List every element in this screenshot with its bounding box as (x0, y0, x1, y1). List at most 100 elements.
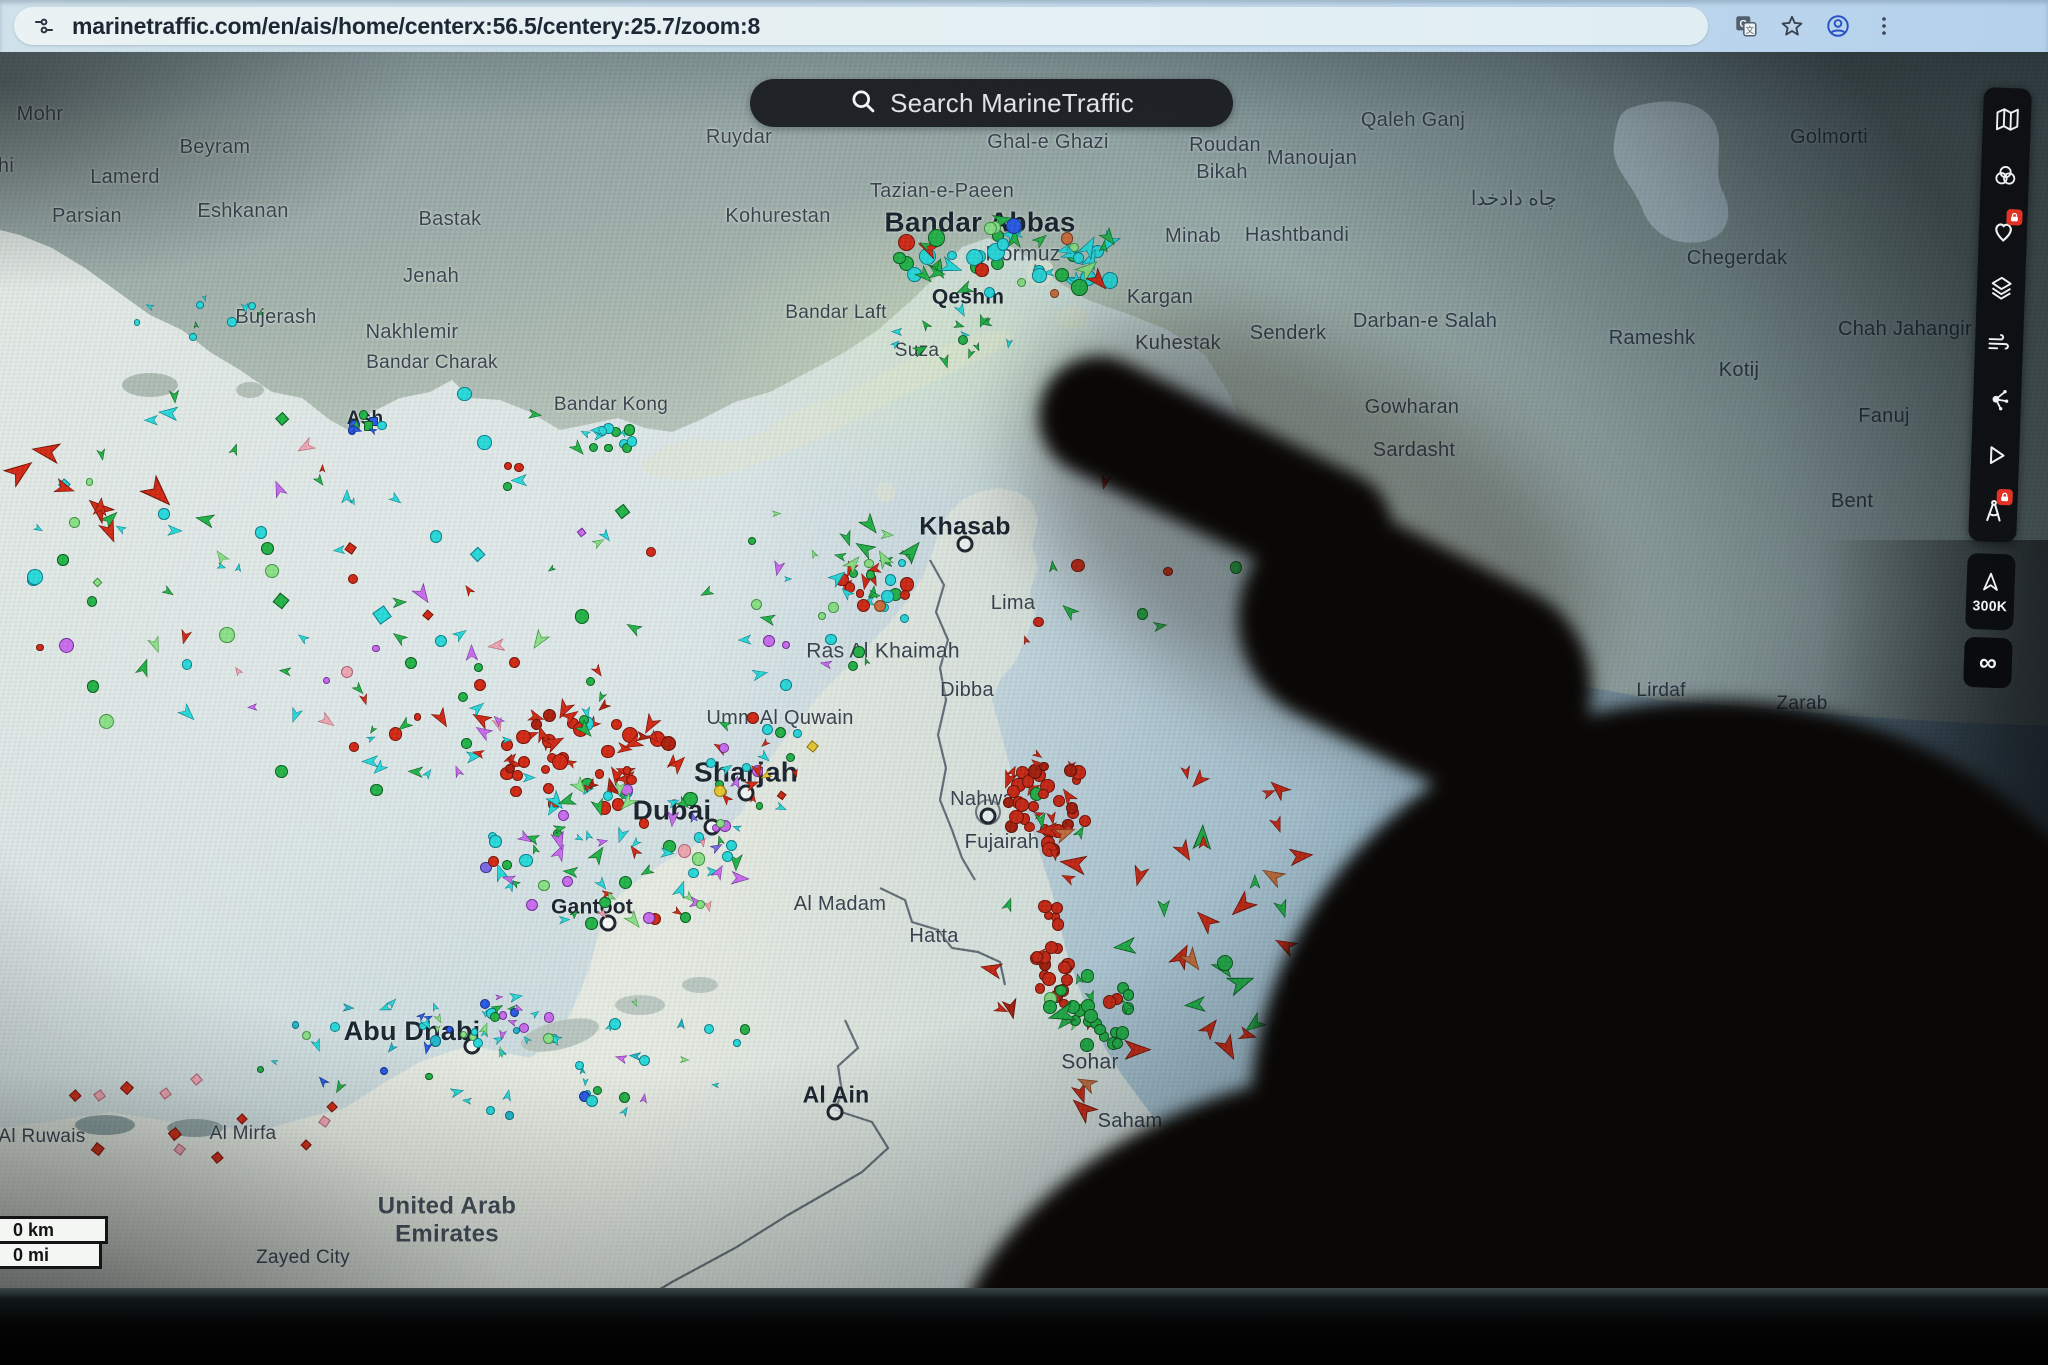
vessel-marker[interactable] (604, 444, 612, 452)
vessel-marker[interactable] (344, 542, 357, 555)
vessel-marker[interactable] (618, 1105, 630, 1118)
vessel-marker[interactable] (451, 764, 464, 779)
vessel-marker[interactable] (385, 1041, 399, 1055)
vessel-marker[interactable] (287, 706, 304, 725)
vessel-marker[interactable] (833, 550, 847, 562)
vessel-marker[interactable] (806, 740, 819, 753)
vessel-marker[interactable] (499, 1011, 508, 1020)
vessel-marker[interactable] (469, 707, 494, 730)
vessel-marker[interactable] (405, 657, 417, 669)
vessel-marker[interactable] (774, 801, 788, 814)
vessel-marker[interactable] (318, 1115, 331, 1128)
vessel-marker[interactable] (257, 1066, 265, 1074)
vessel-marker[interactable] (2, 453, 39, 489)
vessel-marker[interactable] (212, 547, 230, 566)
vessel-marker[interactable] (538, 880, 549, 891)
vessel-marker[interactable] (359, 693, 371, 707)
vessel-marker[interactable] (1225, 968, 1258, 998)
vessel-marker[interactable] (168, 525, 184, 538)
vessel-marker[interactable] (506, 1016, 518, 1027)
vessel-marker[interactable] (1415, 901, 1433, 923)
vessel-marker[interactable] (953, 320, 966, 331)
weather-button[interactable] (1974, 315, 2024, 371)
vessel-marker[interactable] (1017, 278, 1026, 287)
vessel-marker[interactable] (688, 868, 699, 879)
vessel-marker[interactable] (569, 908, 581, 920)
vessel-marker[interactable] (1351, 903, 1377, 930)
vessel-marker[interactable] (1129, 864, 1151, 889)
vessel-marker[interactable] (639, 818, 649, 828)
vessel-marker[interactable] (523, 772, 536, 783)
vessel-marker[interactable] (666, 811, 680, 828)
vessel-marker[interactable] (756, 802, 763, 809)
vessel-marker[interactable] (680, 1056, 690, 1064)
vessel-marker[interactable] (1058, 600, 1080, 622)
vessel-marker[interactable] (348, 574, 358, 584)
address-bar[interactable]: marinetraffic.com/en/ais/home/centerx:56… (14, 7, 1708, 45)
vessel-marker[interactable] (857, 512, 883, 539)
vessel-marker[interactable] (275, 765, 288, 778)
vessel-marker[interactable] (717, 717, 733, 732)
vessel-marker[interactable] (159, 1088, 172, 1101)
vessel-marker[interactable] (509, 657, 520, 668)
vessel-marker[interactable] (740, 1024, 750, 1034)
vessel-marker[interactable] (562, 876, 573, 887)
vessel-marker[interactable] (227, 317, 236, 326)
vessel-count-panel[interactable]: 300K (1965, 553, 2016, 631)
vessel-marker[interactable] (613, 826, 630, 845)
vessel-marker[interactable] (1197, 1014, 1223, 1041)
vessel-marker[interactable] (178, 628, 193, 645)
vessel-marker[interactable] (423, 610, 434, 621)
vessel-marker[interactable] (1179, 456, 1194, 471)
vessel-marker[interactable] (1157, 478, 1169, 488)
vessel-marker[interactable] (1124, 1039, 1152, 1061)
vessel-marker[interactable] (528, 408, 543, 420)
vessel-marker[interactable] (639, 1055, 650, 1066)
vessel-marker[interactable] (1021, 634, 1031, 645)
vessel-marker[interactable] (330, 1022, 340, 1032)
vessel-marker[interactable] (1289, 845, 1315, 867)
vessel-marker[interactable] (575, 1061, 584, 1070)
vessel-marker[interactable] (486, 638, 505, 654)
vessel-marker[interactable] (1191, 1112, 1212, 1133)
layers-button[interactable] (1976, 259, 2026, 315)
vessel-marker[interactable] (762, 724, 773, 735)
vessel-marker[interactable] (510, 474, 527, 488)
vessel-marker[interactable] (825, 634, 837, 646)
vessel-marker[interactable] (716, 819, 725, 828)
vessel-marker[interactable] (747, 712, 759, 724)
vessel-marker[interactable] (1123, 989, 1134, 1000)
vessel-marker[interactable] (676, 1017, 686, 1029)
vessel-marker[interactable] (120, 1081, 134, 1095)
vessel-marker[interactable] (1282, 974, 1302, 996)
vessel-marker[interactable] (57, 554, 68, 565)
vessel-marker[interactable] (733, 1039, 741, 1047)
vessel-marker[interactable] (1003, 797, 1014, 808)
vessel-marker[interactable] (619, 1092, 630, 1103)
vessel-marker[interactable] (791, 768, 800, 778)
vessel-marker[interactable] (543, 783, 554, 794)
vessel-marker[interactable] (1172, 838, 1198, 865)
vessel-marker[interactable] (496, 1046, 507, 1058)
vessel-marker[interactable] (1227, 1112, 1239, 1124)
vessel-marker[interactable] (900, 590, 910, 600)
vessel-marker[interactable] (464, 643, 478, 660)
vessel-marker[interactable] (1031, 230, 1051, 249)
vessel-marker[interactable] (495, 994, 504, 1001)
vessel-marker[interactable] (278, 665, 291, 676)
vessel-marker[interactable] (726, 840, 737, 851)
vessel-marker[interactable] (474, 679, 486, 691)
vessel-marker[interactable] (1050, 289, 1059, 298)
vessel-marker[interactable] (938, 354, 952, 370)
vessel-marker[interactable] (1033, 617, 1044, 628)
vessel-marker[interactable] (1225, 890, 1259, 924)
vessel-marker[interactable] (1048, 560, 1059, 573)
vessel-marker[interactable] (599, 897, 610, 908)
vessel-marker[interactable] (261, 542, 275, 556)
vessel-marker[interactable] (864, 559, 873, 568)
vessel-marker[interactable] (688, 811, 698, 823)
vessel-marker[interactable] (704, 1024, 714, 1034)
vessel-marker[interactable] (319, 464, 326, 473)
vessel-marker[interactable] (69, 1089, 81, 1101)
vessel-marker[interactable] (296, 631, 311, 645)
